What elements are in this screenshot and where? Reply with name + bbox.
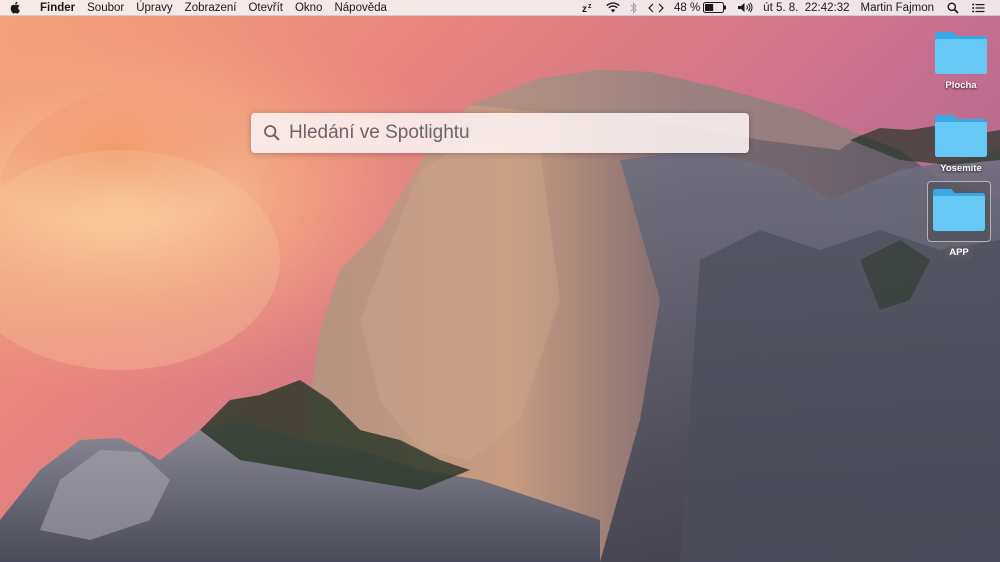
folder-icon — [935, 115, 987, 157]
notification-list-icon[interactable] — [964, 3, 990, 13]
spotlight-search-bar[interactable] — [251, 113, 749, 153]
desktop-wallpaper — [0, 0, 1000, 562]
menu-app-finder[interactable]: Finder — [30, 0, 81, 16]
battery-status[interactable]: 48 % — [669, 0, 732, 16]
desktop-folder-plocha[interactable]: Plocha — [928, 29, 994, 92]
folder-icon — [933, 189, 985, 231]
volume-icon[interactable] — [732, 2, 758, 13]
svg-text:z: z — [582, 4, 587, 13]
folder-icon — [935, 32, 987, 74]
menu-zobrazeni[interactable]: Zobrazení — [179, 0, 243, 16]
desktop-folder-app[interactable]: APP — [926, 181, 992, 259]
clock[interactable]: út 5. 8. 22:42:32 — [758, 0, 854, 16]
sleep-icon[interactable]: zz — [577, 2, 601, 13]
desktop-icon-label: APP — [945, 246, 973, 259]
desktop-folder-yosemite[interactable]: Yosemite — [928, 112, 994, 175]
menu-soubor[interactable]: Soubor — [81, 0, 130, 16]
menu-okno[interactable]: Okno — [289, 0, 329, 16]
svg-text:z: z — [588, 3, 592, 10]
menu-upravy[interactable]: Úpravy — [130, 0, 178, 16]
code-brackets-icon[interactable] — [643, 3, 669, 13]
selection-frame — [927, 181, 991, 242]
bluetooth-icon[interactable] — [625, 1, 643, 14]
spotlight-search-icon — [264, 125, 280, 141]
search-icon[interactable] — [939, 2, 964, 14]
desktop-icon-label: Plocha — [945, 80, 977, 91]
menu-napoveda[interactable]: Nápověda — [328, 0, 392, 16]
menu-bar: Finder Soubor Úpravy Zobrazení Otevřít O… — [0, 0, 1000, 16]
battery-percent: 48 % — [673, 1, 701, 14]
wifi-icon[interactable] — [601, 2, 625, 13]
battery-icon — [703, 2, 727, 13]
apple-menu-icon[interactable] — [0, 1, 30, 14]
desktop-icon-label: Yosemite — [940, 163, 982, 174]
user-name[interactable]: Martin Fajmon — [855, 0, 940, 16]
menu-otevrit[interactable]: Otevřít — [242, 0, 289, 16]
spotlight-search-input[interactable] — [289, 122, 729, 144]
